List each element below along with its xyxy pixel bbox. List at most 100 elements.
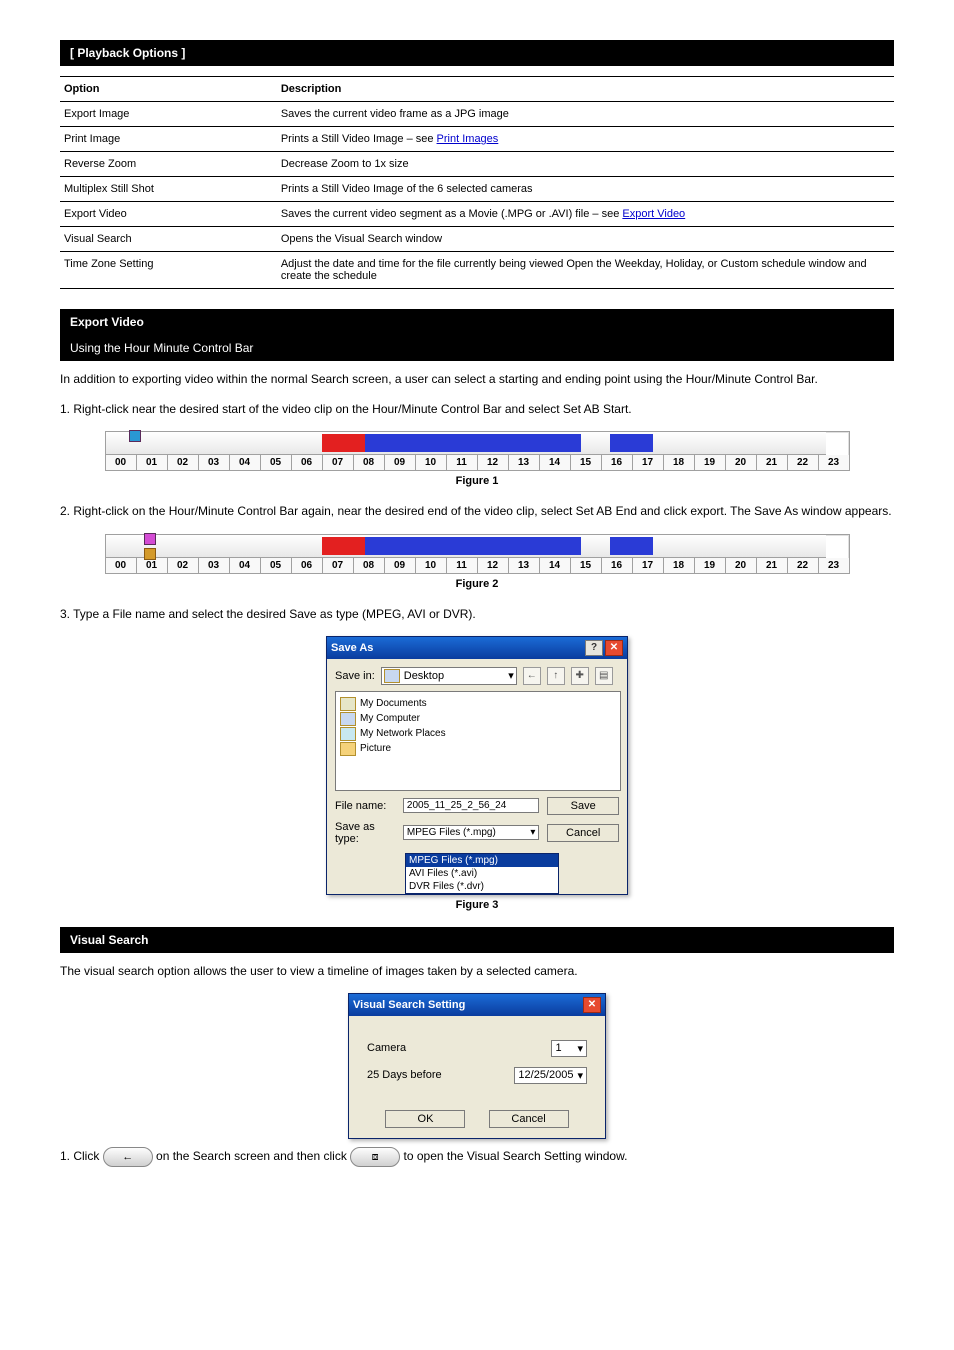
hour-cell[interactable]: 23 [819, 455, 849, 470]
hour-cell[interactable]: 10 [416, 455, 447, 470]
hour-cell[interactable]: 16 [602, 455, 633, 470]
hour-cell[interactable]: 00 [106, 455, 137, 470]
save-in-combo[interactable]: Desktop ▾ [381, 667, 517, 685]
list-item[interactable]: Picture [340, 742, 616, 756]
save-as-type-combo[interactable]: MPEG Files (*.mpg) ▾ [403, 825, 539, 840]
chevron-down-icon[interactable]: ▾ [577, 1069, 583, 1082]
hour-cell[interactable]: 21 [757, 558, 788, 573]
hour-cell[interactable]: 10 [416, 558, 447, 573]
back-icon[interactable]: ← [523, 667, 541, 685]
file-name-input[interactable]: 2005_11_25_2_56_24 [403, 798, 539, 813]
timeline-bar-1[interactable] [106, 432, 826, 455]
new-folder-icon[interactable]: ✚ [571, 667, 589, 685]
vss-titlebar[interactable]: Visual Search Setting ✕ [349, 994, 605, 1016]
header-title: [ Playback Options ] [70, 46, 185, 60]
hour-cell[interactable]: 17 [633, 558, 664, 573]
timeline-hours[interactable]: 0001020304050607080910111213141516171819… [106, 455, 849, 470]
hour-cell[interactable]: 09 [385, 455, 416, 470]
marker-flag-icon [144, 548, 156, 560]
ok-button[interactable]: OK [385, 1110, 465, 1128]
hour-cell[interactable]: 11 [447, 455, 478, 470]
hour-cell[interactable]: 00 [106, 558, 137, 573]
link-print-images[interactable]: Print Images [437, 133, 499, 145]
hour-cell[interactable]: 06 [292, 558, 323, 573]
hour-cell[interactable]: 04 [230, 455, 261, 470]
hour-cell[interactable]: 20 [726, 558, 757, 573]
chevron-down-icon[interactable]: ▾ [508, 669, 514, 682]
opt-timezone: Time Zone Setting [60, 252, 277, 289]
hour-cell[interactable]: 07 [323, 455, 354, 470]
hour-cell[interactable]: 09 [385, 558, 416, 573]
close-button[interactable]: ✕ [605, 640, 623, 656]
hour-cell[interactable]: 04 [230, 558, 261, 573]
type-option[interactable]: MPEG Files (*.mpg) [406, 854, 558, 867]
hour-cell[interactable]: 18 [664, 558, 695, 573]
hour-cell[interactable]: 03 [199, 455, 230, 470]
hour-cell[interactable]: 08 [354, 455, 385, 470]
save-as-titlebar[interactable]: Save As ? ✕ [327, 637, 627, 659]
timeline-hours[interactable]: 0001020304050607080910111213141516171819… [106, 558, 849, 573]
link-export-video[interactable]: Export Video [622, 208, 685, 220]
hour-cell[interactable]: 14 [540, 455, 571, 470]
help-button[interactable]: ? [585, 640, 603, 656]
date-combo[interactable]: 12/25/2005 ▾ [514, 1067, 587, 1084]
hour-cell[interactable]: 14 [540, 558, 571, 573]
marker-ab-start[interactable] [127, 430, 143, 454]
hour-cell[interactable]: 03 [199, 558, 230, 573]
hour-cell[interactable]: 23 [819, 558, 849, 573]
hour-cell[interactable]: 19 [695, 455, 726, 470]
export-step-3: 3. Type a File name and select the desir… [60, 606, 894, 622]
hour-cell[interactable]: 01 [137, 455, 168, 470]
camera-combo[interactable]: 1 ▾ [551, 1040, 587, 1057]
timeline-seg-red [322, 537, 365, 555]
figure-2-caption: Figure 2 [60, 578, 894, 590]
cancel-button[interactable]: Cancel [547, 824, 619, 842]
hour-cell[interactable]: 15 [571, 455, 602, 470]
chevron-down-icon[interactable]: ▾ [530, 827, 535, 838]
hour-cell[interactable]: 13 [509, 558, 540, 573]
type-option[interactable]: AVI Files (*.avi) [406, 867, 558, 880]
hour-cell[interactable]: 20 [726, 455, 757, 470]
hour-cell[interactable]: 16 [602, 558, 633, 573]
chevron-down-icon[interactable]: ▾ [577, 1042, 583, 1055]
list-item[interactable]: My Documents [340, 697, 616, 711]
list-item[interactable]: My Network Places [340, 727, 616, 741]
list-item[interactable]: My Computer [340, 712, 616, 726]
hour-cell[interactable]: 08 [354, 558, 385, 573]
hour-cell[interactable]: 22 [788, 455, 819, 470]
hour-cell[interactable]: 05 [261, 455, 292, 470]
hour-cell[interactable]: 06 [292, 455, 323, 470]
hour-cell[interactable]: 22 [788, 558, 819, 573]
timeline-bar-2[interactable] [106, 535, 826, 558]
save-button[interactable]: Save [547, 797, 619, 815]
hour-cell[interactable]: 19 [695, 558, 726, 573]
clock-pill-button[interactable]: ⧈ [350, 1147, 400, 1167]
timeline-seg-blue [365, 537, 581, 555]
up-folder-icon[interactable]: ↑ [547, 667, 565, 685]
file-list-area[interactable]: My Documents My Computer My Network Plac… [335, 691, 621, 791]
hour-cell[interactable]: 05 [261, 558, 292, 573]
hour-cell[interactable]: 13 [509, 455, 540, 470]
hour-cell[interactable]: 07 [323, 558, 354, 573]
network-icon [340, 727, 356, 741]
type-options-popup[interactable]: MPEG Files (*.mpg) AVI Files (*.avi) DVR… [405, 853, 559, 894]
hour-cell[interactable]: 18 [664, 455, 695, 470]
hour-cell[interactable]: 11 [447, 558, 478, 573]
view-menu-icon[interactable]: ▤ [595, 667, 613, 685]
hour-cell[interactable]: 02 [168, 558, 199, 573]
type-option[interactable]: DVR Files (*.dvr) [406, 880, 558, 893]
hour-cell[interactable]: 12 [478, 558, 509, 573]
hour-cell[interactable]: 15 [571, 558, 602, 573]
hour-cell[interactable]: 21 [757, 455, 788, 470]
back-pill-button[interactable]: ← [103, 1147, 153, 1167]
cancel-button[interactable]: Cancel [489, 1110, 569, 1128]
folder-icon [340, 742, 356, 756]
visual-search-step-1: 1. Click ← on the Search screen and then… [60, 1147, 894, 1167]
hour-cell[interactable]: 17 [633, 455, 664, 470]
hour-cell[interactable]: 12 [478, 455, 509, 470]
figure-2: 0001020304050607080910111213141516171819… [60, 534, 894, 574]
marker-ab-end[interactable] [142, 533, 158, 557]
close-button[interactable]: ✕ [583, 997, 601, 1013]
marker-flag-icon [129, 430, 141, 442]
hour-cell[interactable]: 02 [168, 455, 199, 470]
